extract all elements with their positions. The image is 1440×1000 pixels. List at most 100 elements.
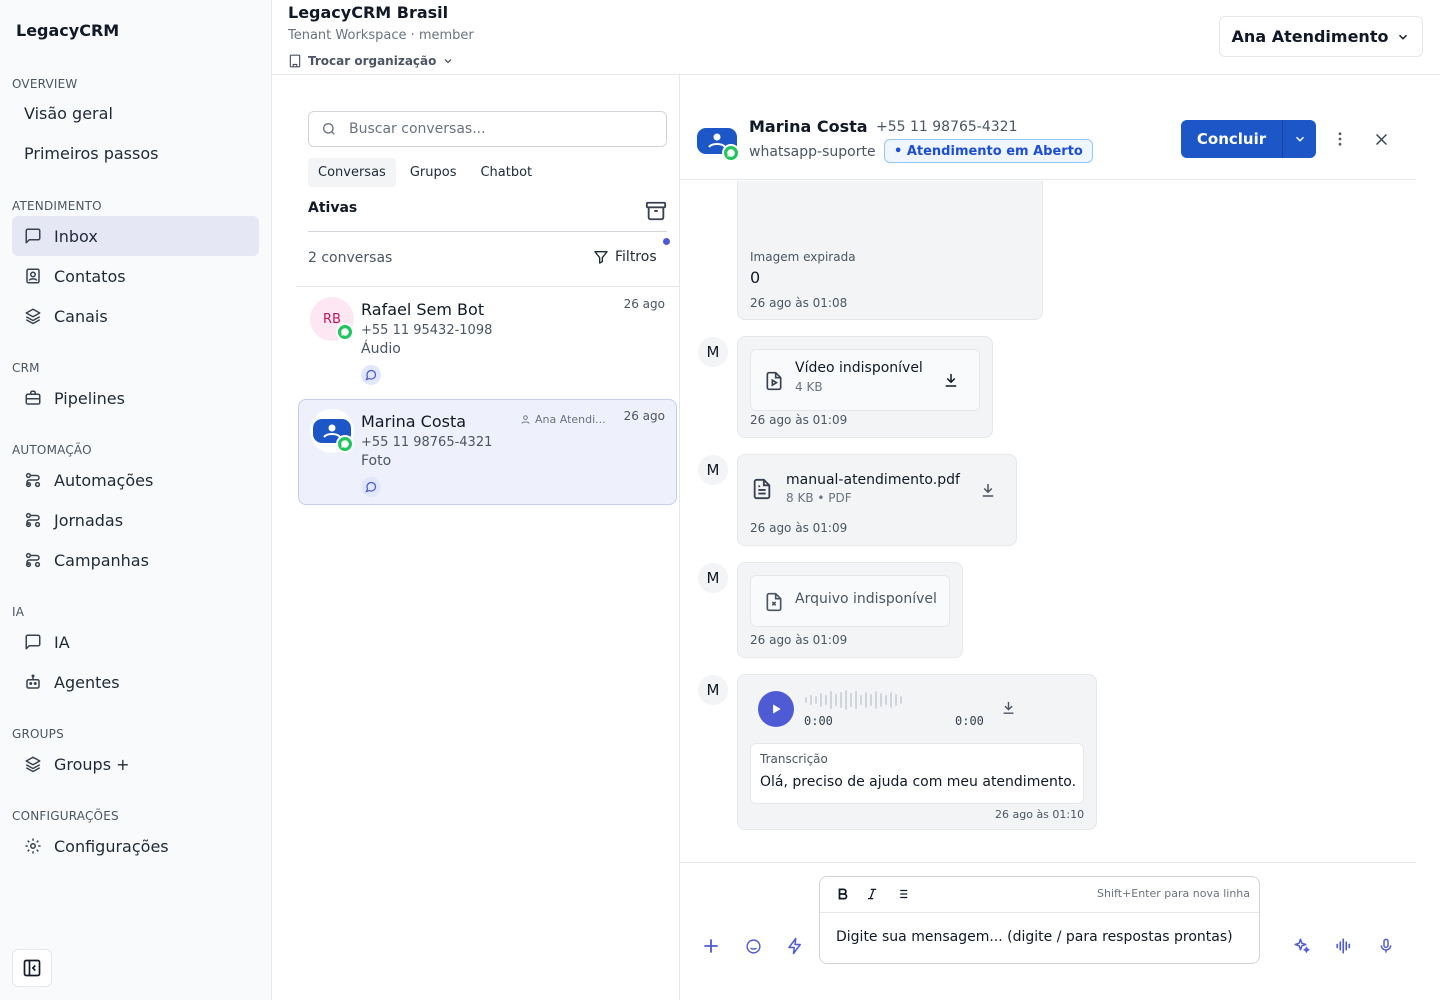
conversation-item[interactable]: RB Rafael Sem Bot +55 11 95432-1098 Áudi… bbox=[298, 287, 677, 393]
sidebar-item-pipelines[interactable]: Pipelines bbox=[12, 378, 259, 418]
search-input[interactable] bbox=[349, 121, 639, 137]
audio-lines-icon[interactable] bbox=[1335, 937, 1353, 955]
filter-active-dot bbox=[663, 238, 670, 245]
gear-icon bbox=[25, 838, 41, 854]
search-box[interactable] bbox=[308, 111, 667, 147]
composer-divider bbox=[680, 862, 1416, 863]
channel-name: whatsapp-suporte bbox=[749, 144, 876, 160]
sender-avatar: M bbox=[698, 455, 728, 485]
composer-toolbar-divider bbox=[820, 912, 1259, 913]
close-icon[interactable] bbox=[1373, 131, 1390, 148]
tab-conversas[interactable]: Conversas bbox=[308, 158, 396, 187]
sidebar-item-automacoes[interactable]: Automações bbox=[12, 460, 259, 500]
user-menu-button[interactable]: Ana Atendimento bbox=[1219, 16, 1423, 57]
conversation-date: 26 ago bbox=[623, 297, 665, 311]
conversation-item[interactable]: Marina Costa +55 11 98765-4321 Foto Ana … bbox=[298, 399, 677, 505]
waveform-bar bbox=[890, 692, 892, 708]
sender-avatar: M bbox=[698, 337, 728, 367]
sidebar-item-jornadas[interactable]: Jornadas bbox=[12, 500, 259, 540]
conversation-phone: +55 11 95432-1098 bbox=[361, 323, 493, 338]
audio-current-time: 0:00 bbox=[804, 714, 833, 728]
tabs-divider bbox=[308, 231, 667, 232]
workflow-icon bbox=[25, 472, 41, 488]
message-input[interactable]: Digite sua mensagem... (digite / para re… bbox=[836, 929, 1233, 945]
filter-icon bbox=[594, 251, 608, 264]
sidebar-item-ia[interactable]: IA bbox=[12, 622, 259, 662]
tab-ativas[interactable]: Ativas bbox=[308, 200, 357, 216]
sidebar-item-label: Automações bbox=[54, 470, 154, 490]
conversation-date: 26 ago bbox=[623, 409, 665, 423]
zap-icon[interactable] bbox=[786, 937, 804, 955]
conclude-options-button[interactable] bbox=[1282, 120, 1316, 158]
user-icon bbox=[521, 415, 530, 424]
org-title: LegacyCRM Brasil bbox=[288, 3, 449, 22]
whatsapp-icon bbox=[722, 144, 740, 162]
section-automacao: AUTOMAÇÃO bbox=[12, 443, 92, 457]
section-crm: CRM bbox=[12, 361, 40, 375]
section-configuracoes: CONFIGURAÇÕES bbox=[12, 809, 119, 823]
emoji-icon[interactable] bbox=[745, 938, 762, 955]
sidebar-item-groups[interactable]: Groups + bbox=[12, 744, 259, 784]
switch-org-label: Trocar organização bbox=[308, 54, 437, 68]
message-circle-icon bbox=[361, 477, 381, 497]
switch-org-button[interactable]: Trocar organização bbox=[288, 54, 454, 68]
contact-icon bbox=[26, 268, 40, 284]
microphone-icon[interactable] bbox=[1378, 937, 1394, 955]
waveform-bar bbox=[865, 692, 867, 708]
sidebar-item-contatos[interactable]: Contatos bbox=[12, 256, 259, 296]
sidebar-item-label: Primeiros passos bbox=[24, 143, 159, 163]
plus-icon[interactable] bbox=[701, 936, 721, 956]
sidebar-item-label: Contatos bbox=[54, 266, 126, 286]
message-time: 26 ago às 01:09 bbox=[750, 413, 848, 427]
download-icon[interactable] bbox=[979, 481, 997, 499]
file-name: Vídeo indisponível bbox=[795, 360, 923, 376]
message-bubble-file: Arquivo indisponível 26 ago às 01:09 bbox=[737, 562, 963, 658]
list-icon[interactable] bbox=[894, 887, 910, 901]
filters-button[interactable]: Filtros bbox=[593, 249, 657, 265]
sidebar-item-label: Agentes bbox=[54, 672, 120, 692]
sidebar-item-label: Groups + bbox=[54, 754, 130, 774]
section-atendimento: ATENDIMENTO bbox=[12, 199, 102, 213]
tab-grupos[interactable]: Grupos bbox=[400, 158, 467, 187]
search-icon bbox=[323, 123, 335, 135]
waveform-bar bbox=[870, 694, 872, 706]
message-time: 26 ago às 01:09 bbox=[750, 633, 848, 647]
bold-icon[interactable] bbox=[836, 887, 850, 901]
message-square-icon bbox=[25, 634, 41, 650]
conclude-button[interactable]: Concluir bbox=[1181, 130, 1282, 148]
sidebar-item-canais[interactable]: Canais bbox=[12, 296, 259, 336]
file-meta: 8 KB • PDF bbox=[786, 491, 852, 505]
collapse-sidebar-button[interactable] bbox=[12, 949, 52, 987]
sparkles-icon[interactable] bbox=[1293, 937, 1311, 955]
org-subtitle: Tenant Workspace · member bbox=[288, 28, 474, 43]
layers-icon bbox=[25, 756, 41, 773]
briefcase-icon bbox=[25, 390, 41, 405]
italic-icon[interactable] bbox=[865, 887, 879, 901]
play-button[interactable] bbox=[758, 691, 794, 727]
whatsapp-icon bbox=[336, 323, 354, 341]
archive-icon[interactable] bbox=[645, 200, 667, 222]
download-icon[interactable] bbox=[942, 371, 960, 389]
workflow-icon bbox=[25, 552, 41, 568]
more-vertical-icon[interactable] bbox=[1331, 130, 1349, 148]
top-header: LegacyCRM Brasil Tenant Workspace · memb… bbox=[272, 0, 1440, 75]
message-thread: Imagem expirada 0 26 ago às 01:08 M Víde… bbox=[680, 181, 1416, 862]
sidebar-item-primeiros-passos[interactable]: Primeiros passos bbox=[12, 133, 259, 173]
tab-chatbot[interactable]: Chatbot bbox=[470, 158, 542, 187]
sidebar-item-label: Inbox bbox=[54, 226, 98, 246]
sidebar-item-configuracoes[interactable]: Configurações bbox=[12, 826, 259, 866]
contact-name: Marina Costa bbox=[749, 117, 868, 136]
download-icon[interactable] bbox=[1000, 699, 1017, 716]
sidebar-item-campanhas[interactable]: Campanhas bbox=[12, 540, 259, 580]
whatsapp-icon bbox=[336, 435, 354, 453]
building-icon bbox=[289, 54, 301, 68]
panel-left-close-icon bbox=[23, 959, 41, 977]
status-badge: • Atendimento em Aberto bbox=[884, 139, 1093, 163]
sidebar-item-visao-geral[interactable]: Visão geral bbox=[12, 93, 259, 133]
audio-waveform[interactable] bbox=[804, 689, 908, 711]
waveform-bar bbox=[840, 692, 842, 708]
brand-logo[interactable]: LegacyCRM bbox=[16, 21, 119, 40]
sidebar-item-agentes[interactable]: Agentes bbox=[12, 662, 259, 702]
sidebar-item-inbox[interactable]: Inbox bbox=[12, 216, 259, 256]
conversation-list-panel: Conversas Grupos Chatbot Ativas 2 conver… bbox=[272, 75, 680, 1000]
